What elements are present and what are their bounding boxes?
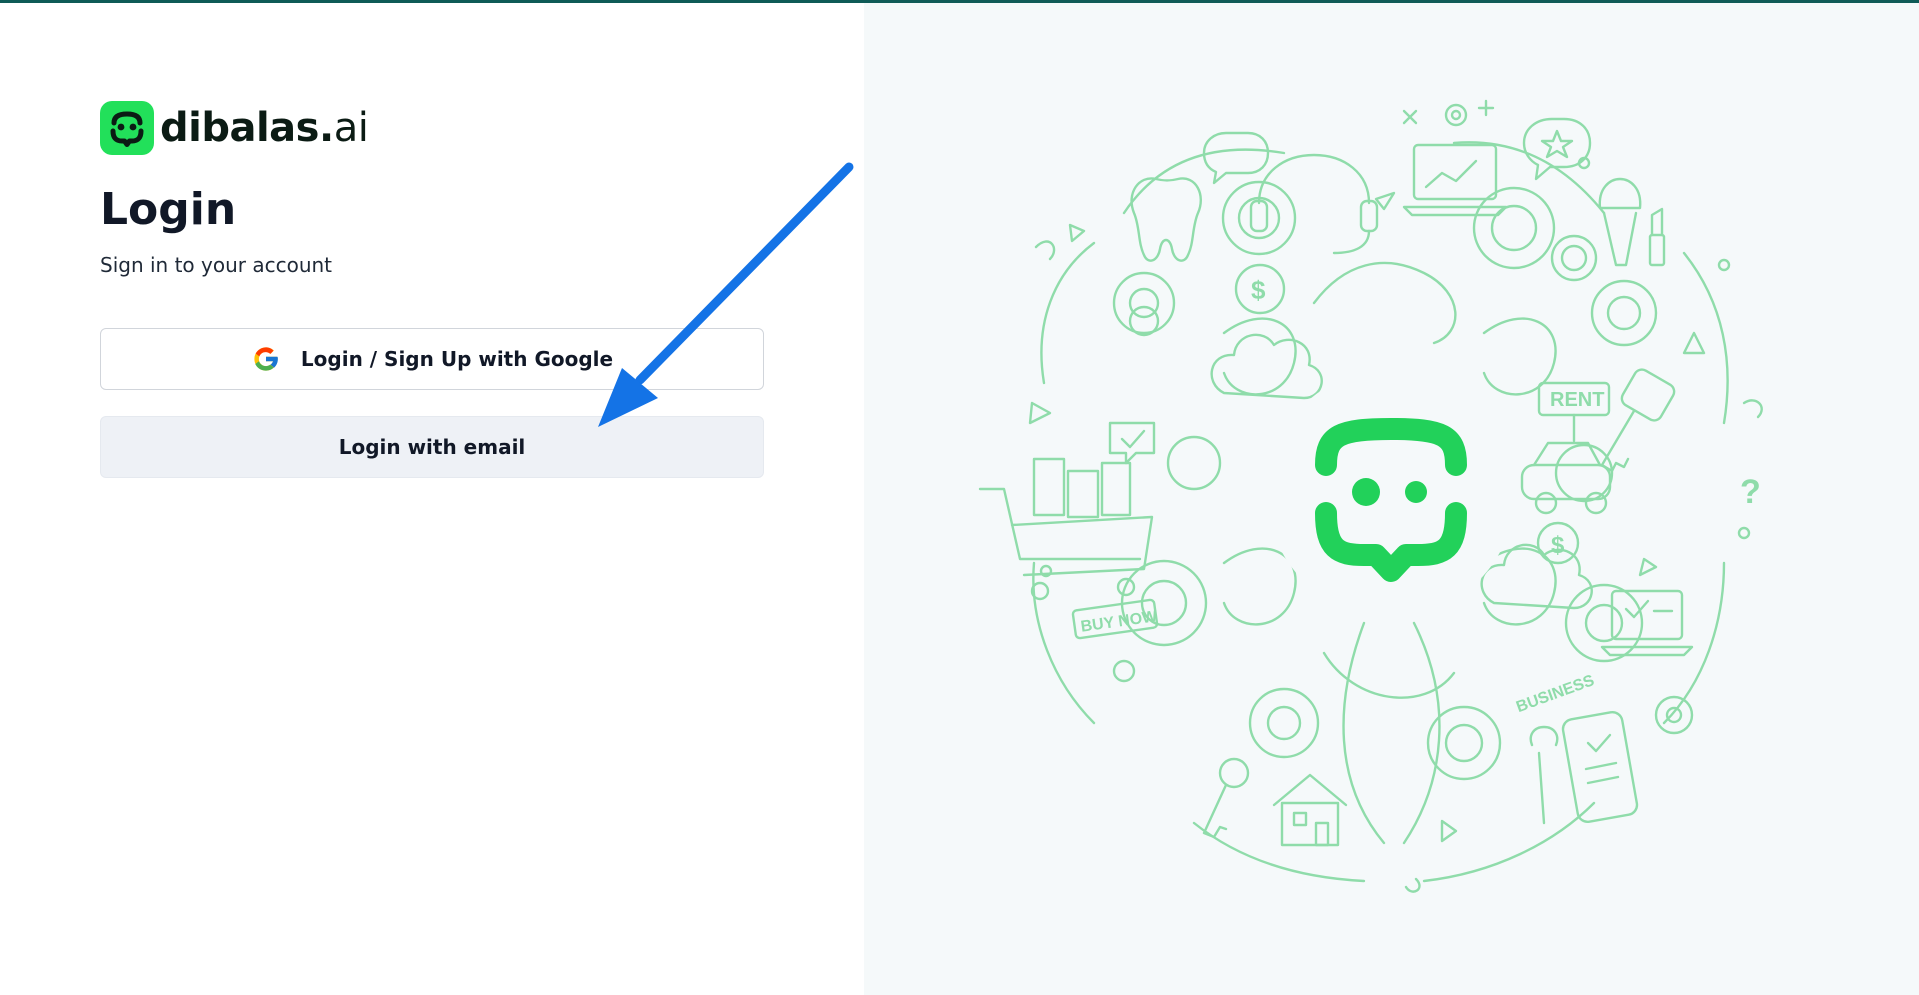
brand-tld: ai <box>333 105 369 151</box>
brand-name: dibalas <box>160 105 319 151</box>
dibalas-logo-icon <box>100 101 154 155</box>
google-g-icon <box>254 347 279 371</box>
question-label: ? <box>1740 473 1761 511</box>
brand-dot: . <box>318 105 334 151</box>
page-subtitle: Sign in to your account <box>100 253 333 277</box>
dollar-label-1: $ <box>1251 275 1266 305</box>
brand-wordmark: dibalas. ai <box>160 101 369 155</box>
rent-label: RENT <box>1550 389 1604 411</box>
illustration-panel: RENT BUY NOW BUSINESS $ $ ? <box>864 3 1919 995</box>
business-label: BUSINESS <box>1514 672 1597 716</box>
dollar-label-2: $ <box>1551 532 1565 559</box>
google-login-button[interactable]: Login / Sign Up with Google <box>100 328 764 390</box>
email-login-label: Login with email <box>338 435 526 459</box>
doodle-illustration: RENT BUY NOW BUSINESS $ $ ? <box>978 99 1763 893</box>
page-title: Login <box>100 184 237 235</box>
google-login-label: Login / Sign Up with Google <box>300 347 614 371</box>
email-login-button[interactable]: Login with email <box>100 416 764 478</box>
brand-logo[interactable]: dibalas. ai <box>100 101 369 155</box>
